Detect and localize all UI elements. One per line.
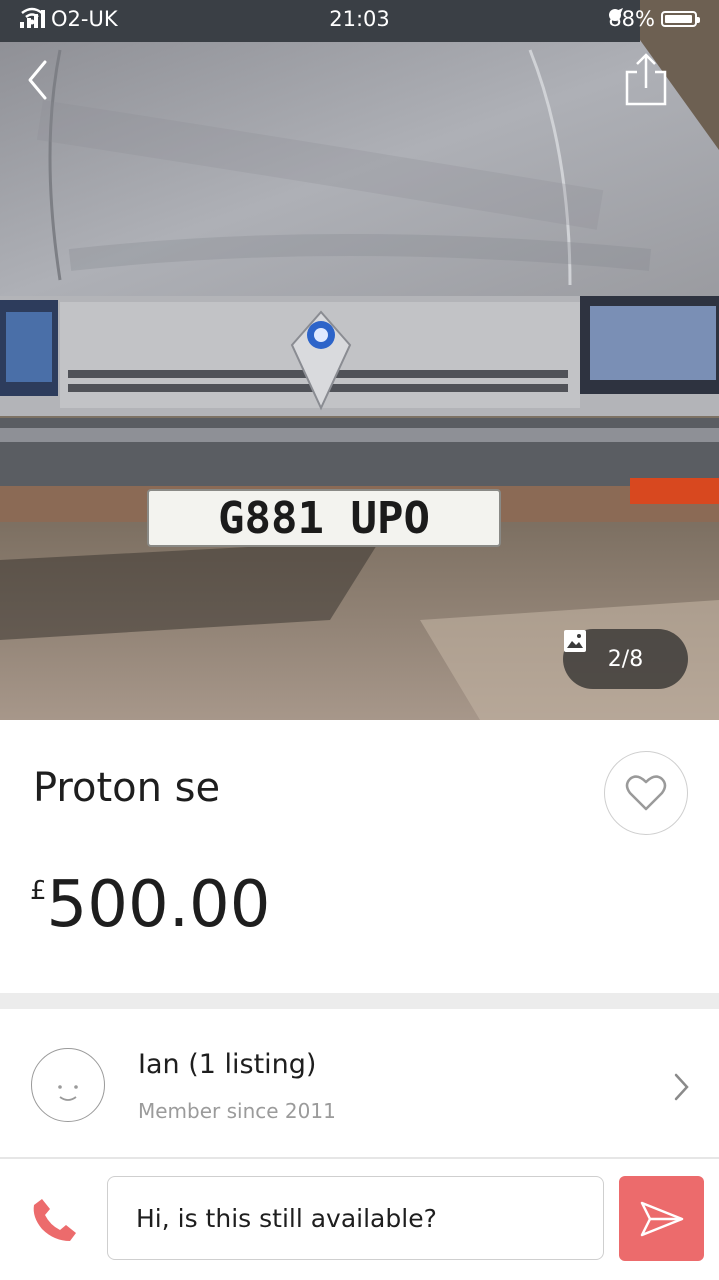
image-counter: 2/8 [563,629,688,689]
chevron-right-icon [674,1073,689,1101]
number-plate-text: G881 UPO [218,493,430,544]
image-counter-label: 2/8 [607,646,644,672]
seller-row[interactable]: Ian (1 listing) Member since 2011 [0,1009,719,1157]
listing-price: £500.00 [30,868,270,942]
send-button[interactable] [619,1176,704,1261]
seller-name: Ian (1 listing) [138,1049,317,1080]
seller-member-since: Member since 2011 [138,1099,336,1123]
share-icon [625,53,667,106]
avatar [31,1048,105,1122]
lock-rotation-icon [609,9,622,21]
listing-photo[interactable]: G881 UPO O2-UK 21:03 88% 2/8 [0,0,719,720]
car-photo-illustration: G881 UPO [0,0,719,720]
image-icon [564,630,586,652]
favourite-button[interactable] [604,751,688,835]
listing-title: Proton se [33,765,221,811]
call-button[interactable] [30,1195,80,1245]
bottom-bar-divider [0,1157,719,1159]
price-amount: 500.00 [46,868,271,942]
section-divider [0,993,719,1009]
share-button[interactable] [618,50,674,110]
avatar-face-icon [58,1085,78,1101]
battery-icon [661,11,700,27]
price-currency: £ [30,876,47,906]
heart-icon [625,775,667,811]
back-button[interactable] [18,55,58,105]
status-right: 88% [608,7,700,31]
back-icon [28,60,47,100]
status-bar: O2-UK 21:03 88% [0,0,719,40]
send-icon [640,1201,683,1236]
phone-icon [33,1199,76,1241]
message-input[interactable] [107,1176,604,1260]
